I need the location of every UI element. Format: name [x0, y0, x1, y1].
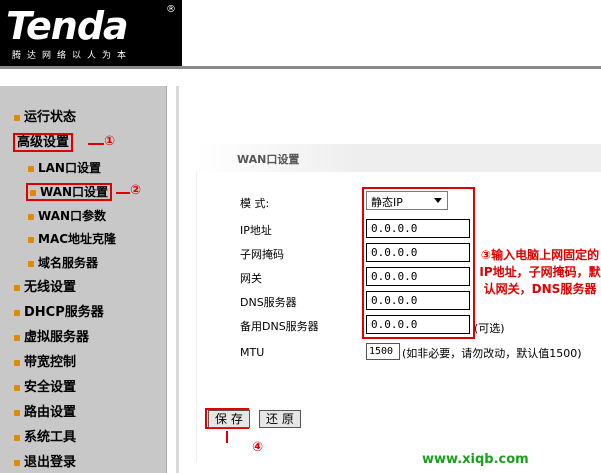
registered-mark: ®: [166, 4, 176, 15]
bullet-icon: [14, 309, 20, 316]
callout-number-4: ④: [252, 440, 264, 455]
bullet-icon: [14, 114, 20, 121]
sidebar-item-label: WAN口参数: [38, 209, 107, 223]
optional-label: (可选): [474, 322, 505, 335]
highlight-box: WAN口设置: [26, 183, 113, 201]
bullet-icon: [14, 359, 20, 366]
sidebar-item-wan-params[interactable]: WAN口参数: [28, 206, 106, 226]
sidebar-item-label: 退出登录: [24, 455, 77, 470]
sidebar-item-wireless[interactable]: 无线设置: [14, 278, 76, 298]
header: Tenda ® 腾达网络以人为本: [0, 0, 601, 69]
highlight-box: 高级设置: [13, 133, 74, 152]
sidebar-item-label: 虚拟服务器: [24, 330, 90, 345]
sidebar-item-label: DHCP服务器: [24, 305, 104, 320]
panel-title: WAN口设置: [237, 153, 300, 166]
bullet-icon: [28, 260, 34, 267]
bullet-icon: [14, 284, 20, 291]
gateway-label: 网关: [240, 272, 262, 285]
sidebar-item-virtual-server[interactable]: 虚拟服务器: [14, 328, 89, 348]
mtu-hint: (如非必要，请勿改动，默认值1500): [402, 347, 582, 360]
sidebar-item-logout[interactable]: 退出登录: [14, 453, 76, 473]
subnet-mask-label: 子网掩码: [240, 248, 284, 261]
brand-tagline: 腾达网络以人为本: [12, 51, 133, 61]
bullet-icon: [28, 213, 34, 220]
sidebar-item-wan[interactable]: WAN口设置: [26, 182, 113, 202]
bullet-icon: [14, 384, 20, 391]
bullet-icon: [14, 334, 20, 341]
bullet-icon: [14, 459, 20, 466]
bullet-icon: [28, 236, 34, 243]
sidebar-item-system-tools[interactable]: 系统工具: [14, 428, 76, 448]
sidebar-item-lan[interactable]: LAN口设置: [28, 158, 101, 178]
backup-dns-label: 备用DNS服务器: [240, 320, 319, 333]
watermark: www.xiqb.com: [422, 452, 529, 467]
callout-arrow-2: [116, 192, 130, 194]
sidebar-item-label: 带宽控制: [24, 355, 77, 370]
callout-number-2: ②: [130, 183, 142, 198]
sidebar-item-label: 安全设置: [24, 380, 77, 395]
callout-note-3: ③输入电脑上网固定的IP地址，子网掩码，默认网关，DNS服务器: [479, 248, 601, 296]
sidebar-item-advanced[interactable]: 高级设置: [13, 133, 74, 153]
mtu-label: MTU: [240, 346, 265, 359]
highlight-box-inputs: [362, 187, 475, 339]
sidebar-item-label: MAC地址克隆: [38, 232, 117, 246]
sidebar-item-dns[interactable]: 域名服务器: [28, 253, 98, 273]
callout-arrow-4: [226, 431, 228, 443]
sidebar-item-label: 域名服务器: [38, 256, 99, 270]
sidebar-item-label: WAN口设置: [40, 185, 109, 199]
save-button[interactable]: 保 存: [208, 410, 250, 428]
sidebar-item-routing[interactable]: 路由设置: [14, 403, 76, 423]
bullet-icon: [28, 165, 34, 172]
sidebar-item-label: 高级设置: [17, 135, 70, 150]
sidebar-item-label: 无线设置: [24, 280, 77, 295]
mtu-input[interactable]: [366, 343, 400, 360]
dns-server-label: DNS服务器: [240, 296, 297, 309]
brand-name: Tenda: [6, 4, 129, 48]
sidebar-item-label: 路由设置: [24, 405, 77, 420]
sidebar-item-mac-clone[interactable]: MAC地址克隆: [28, 229, 116, 249]
reset-button[interactable]: 还 原: [259, 410, 301, 428]
sidebar-item-security[interactable]: 安全设置: [14, 378, 76, 398]
sidebar-item-label: 运行状态: [24, 110, 77, 125]
bullet-icon: [14, 409, 20, 416]
sidebar-item-label: 系统工具: [24, 430, 77, 445]
header-divider: [0, 66, 601, 69]
brand-logo: Tenda ® 腾达网络以人为本: [0, 0, 182, 66]
mode-label: 模 式:: [240, 197, 270, 210]
callout-arrow-1: [88, 143, 104, 145]
callout-number-1: ①: [104, 134, 116, 149]
bullet-icon: [14, 434, 20, 441]
sidebar-item-label: LAN口设置: [38, 161, 101, 175]
sidebar-item-status[interactable]: 运行状态: [14, 108, 76, 128]
sidebar-item-bandwidth[interactable]: 带宽控制: [14, 353, 76, 373]
sidebar-item-dhcp[interactable]: DHCP服务器: [14, 303, 104, 323]
bullet-icon: [30, 189, 36, 196]
ip-address-label: IP地址: [240, 224, 272, 237]
